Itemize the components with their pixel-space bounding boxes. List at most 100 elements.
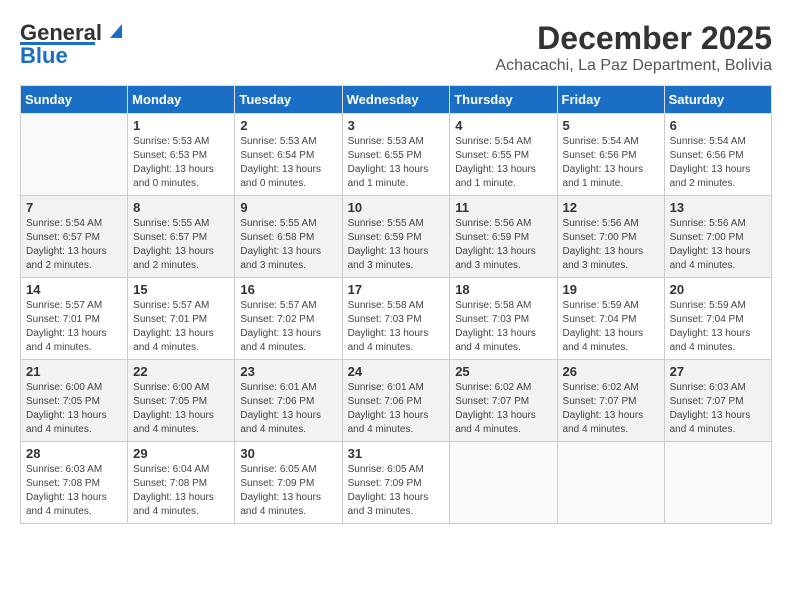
calendar-cell: 11 Sunrise: 5:56 AM Sunset: 6:59 PM Dayli… (450, 196, 557, 278)
logo: General Blue (20, 20, 126, 69)
calendar-cell (450, 442, 557, 524)
day-number: 12 (563, 200, 659, 215)
weekday-header-friday: Friday (557, 86, 664, 114)
day-number: 27 (670, 364, 766, 379)
day-number: 31 (348, 446, 445, 461)
title-block: December 2025 Achacachi, La Paz Departme… (495, 20, 772, 75)
calendar-cell: 7 Sunrise: 5:54 AM Sunset: 6:57 PM Daylig… (21, 196, 128, 278)
day-info: Sunrise: 6:03 AM Sunset: 7:07 PM Dayligh… (670, 381, 766, 437)
day-info: Sunrise: 5:55 AM Sunset: 6:59 PM Dayligh… (348, 217, 445, 273)
calendar-cell: 14 Sunrise: 5:57 AM Sunset: 7:01 PM Dayli… (21, 278, 128, 360)
month-title: December 2025 (495, 20, 772, 57)
day-number: 28 (26, 446, 122, 461)
day-info: Sunrise: 5:57 AM Sunset: 7:02 PM Dayligh… (240, 299, 336, 355)
day-info: Sunrise: 5:58 AM Sunset: 7:03 PM Dayligh… (348, 299, 445, 355)
day-number: 17 (348, 282, 445, 297)
calendar-cell: 18 Sunrise: 5:58 AM Sunset: 7:03 PM Dayli… (450, 278, 557, 360)
calendar-cell (664, 442, 771, 524)
day-number: 16 (240, 282, 336, 297)
day-info: Sunrise: 5:53 AM Sunset: 6:54 PM Dayligh… (240, 135, 336, 191)
calendar-cell: 22 Sunrise: 6:00 AM Sunset: 7:05 PM Dayli… (128, 360, 235, 442)
calendar-cell: 17 Sunrise: 5:58 AM Sunset: 7:03 PM Dayli… (342, 278, 450, 360)
day-number: 20 (670, 282, 766, 297)
calendar-cell: 26 Sunrise: 6:02 AM Sunset: 7:07 PM Dayli… (557, 360, 664, 442)
calendar-cell: 9 Sunrise: 5:55 AM Sunset: 6:58 PM Daylig… (235, 196, 342, 278)
day-number: 13 (670, 200, 766, 215)
calendar-cell: 24 Sunrise: 6:01 AM Sunset: 7:06 PM Dayli… (342, 360, 450, 442)
day-number: 22 (133, 364, 229, 379)
day-info: Sunrise: 5:54 AM Sunset: 6:57 PM Dayligh… (26, 217, 122, 273)
logo-icon (104, 20, 126, 42)
calendar-cell: 4 Sunrise: 5:54 AM Sunset: 6:55 PM Daylig… (450, 114, 557, 196)
day-info: Sunrise: 6:03 AM Sunset: 7:08 PM Dayligh… (26, 463, 122, 519)
calendar-cell: 25Sunrise: 6:02 AM Sunset: 7:07 PM Dayli… (450, 360, 557, 442)
weekday-header-saturday: Saturday (664, 86, 771, 114)
weekday-header-thursday: Thursday (450, 86, 557, 114)
day-info: Sunrise: 5:54 AM Sunset: 6:55 PM Dayligh… (455, 135, 551, 191)
calendar-cell: 6Sunrise: 5:54 AM Sunset: 6:56 PM Daylig… (664, 114, 771, 196)
day-number: 8 (133, 200, 229, 215)
day-info: Sunrise: 6:01 AM Sunset: 7:06 PM Dayligh… (348, 381, 445, 437)
calendar-cell: 5 Sunrise: 5:54 AM Sunset: 6:56 PM Daylig… (557, 114, 664, 196)
calendar-cell: 1 Sunrise: 5:53 AM Sunset: 6:53 PM Daylig… (128, 114, 235, 196)
day-info: Sunrise: 6:05 AM Sunset: 7:09 PM Dayligh… (348, 463, 445, 519)
day-info: Sunrise: 5:59 AM Sunset: 7:04 PM Dayligh… (670, 299, 766, 355)
logo-blue: Blue (20, 43, 68, 69)
calendar-cell: 21 Sunrise: 6:00 AM Sunset: 7:05 PM Dayli… (21, 360, 128, 442)
calendar-cell: 29Sunrise: 6:04 AM Sunset: 7:08 PM Dayli… (128, 442, 235, 524)
day-info: Sunrise: 5:55 AM Sunset: 6:57 PM Dayligh… (133, 217, 229, 273)
day-number: 11 (455, 200, 551, 215)
day-info: Sunrise: 6:02 AM Sunset: 7:07 PM Dayligh… (563, 381, 659, 437)
calendar-cell: 16 Sunrise: 5:57 AM Sunset: 7:02 PM Dayli… (235, 278, 342, 360)
day-info: Sunrise: 6:05 AM Sunset: 7:09 PM Dayligh… (240, 463, 336, 519)
day-number: 29 (133, 446, 229, 461)
weekday-header-wednesday: Wednesday (342, 86, 450, 114)
day-number: 21 (26, 364, 122, 379)
day-number: 18 (455, 282, 551, 297)
day-info: Sunrise: 5:54 AM Sunset: 6:56 PM Dayligh… (670, 135, 766, 191)
day-info: Sunrise: 5:53 AM Sunset: 6:55 PM Dayligh… (348, 135, 445, 191)
day-info: Sunrise: 5:53 AM Sunset: 6:53 PM Dayligh… (133, 135, 229, 191)
calendar-cell: 31 Sunrise: 6:05 AM Sunset: 7:09 PM Dayli… (342, 442, 450, 524)
day-info: Sunrise: 5:57 AM Sunset: 7:01 PM Dayligh… (26, 299, 122, 355)
calendar-cell: 19 Sunrise: 5:59 AM Sunset: 7:04 PM Dayli… (557, 278, 664, 360)
day-number: 5 (563, 118, 659, 133)
calendar-week-row: 7 Sunrise: 5:54 AM Sunset: 6:57 PM Daylig… (21, 196, 772, 278)
weekday-header-monday: Monday (128, 86, 235, 114)
calendar-cell: 8 Sunrise: 5:55 AM Sunset: 6:57 PM Daylig… (128, 196, 235, 278)
day-number: 26 (563, 364, 659, 379)
day-info: Sunrise: 6:00 AM Sunset: 7:05 PM Dayligh… (133, 381, 229, 437)
day-number: 14 (26, 282, 122, 297)
day-number: 7 (26, 200, 122, 215)
day-number: 10 (348, 200, 445, 215)
calendar-cell: 23 Sunrise: 6:01 AM Sunset: 7:06 PM Dayli… (235, 360, 342, 442)
day-info: Sunrise: 6:02 AM Sunset: 7:07 PM Dayligh… (455, 381, 551, 437)
day-number: 2 (240, 118, 336, 133)
calendar-cell: 20 Sunrise: 5:59 AM Sunset: 7:04 PM Dayli… (664, 278, 771, 360)
day-number: 1 (133, 118, 229, 133)
calendar-cell: 13 Sunrise: 5:56 AM Sunset: 7:00 PM Dayli… (664, 196, 771, 278)
day-number: 3 (348, 118, 445, 133)
day-info: Sunrise: 5:54 AM Sunset: 6:56 PM Dayligh… (563, 135, 659, 191)
day-info: Sunrise: 6:00 AM Sunset: 7:05 PM Dayligh… (26, 381, 122, 437)
calendar-cell: 27 Sunrise: 6:03 AM Sunset: 7:07 PM Dayli… (664, 360, 771, 442)
day-info: Sunrise: 5:59 AM Sunset: 7:04 PM Dayligh… (563, 299, 659, 355)
day-number: 15 (133, 282, 229, 297)
day-number: 19 (563, 282, 659, 297)
day-info: Sunrise: 5:55 AM Sunset: 6:58 PM Dayligh… (240, 217, 336, 273)
day-number: 23 (240, 364, 336, 379)
calendar-week-row: 21 Sunrise: 6:00 AM Sunset: 7:05 PM Dayli… (21, 360, 772, 442)
calendar-cell: 2 Sunrise: 5:53 AM Sunset: 6:54 PM Daylig… (235, 114, 342, 196)
calendar-cell (21, 114, 128, 196)
day-number: 4 (455, 118, 551, 133)
calendar-table: SundayMondayTuesdayWednesdayThursdayFrid… (20, 85, 772, 524)
day-info: Sunrise: 5:56 AM Sunset: 6:59 PM Dayligh… (455, 217, 551, 273)
weekday-header-row: SundayMondayTuesdayWednesdayThursdayFrid… (21, 86, 772, 114)
day-info: Sunrise: 6:01 AM Sunset: 7:06 PM Dayligh… (240, 381, 336, 437)
day-number: 24 (348, 364, 445, 379)
day-info: Sunrise: 5:58 AM Sunset: 7:03 PM Dayligh… (455, 299, 551, 355)
day-number: 9 (240, 200, 336, 215)
day-info: Sunrise: 5:56 AM Sunset: 7:00 PM Dayligh… (670, 217, 766, 273)
calendar-cell: 10 Sunrise: 5:55 AM Sunset: 6:59 PM Dayli… (342, 196, 450, 278)
calendar-week-row: 14 Sunrise: 5:57 AM Sunset: 7:01 PM Dayli… (21, 278, 772, 360)
